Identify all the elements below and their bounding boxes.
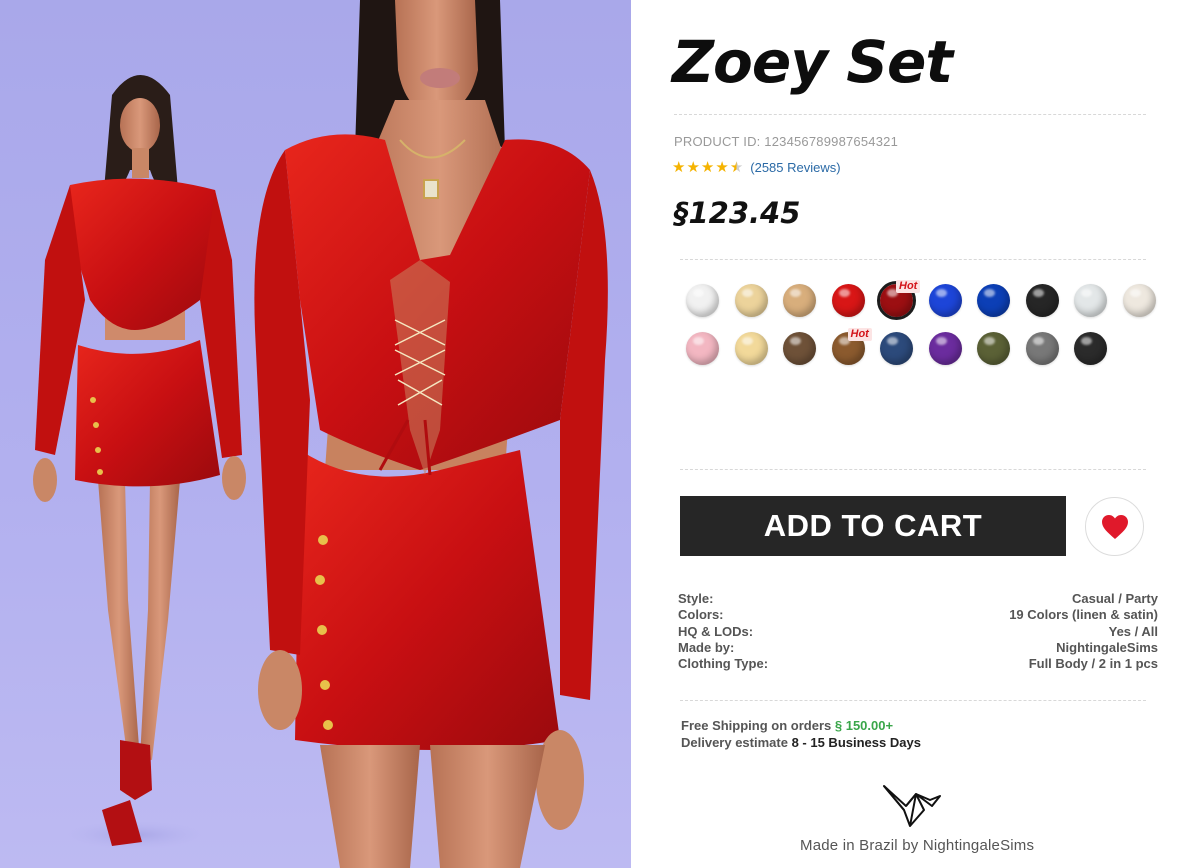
free-shipping-amount: § 150.00+: [834, 718, 894, 733]
color-swatch-3[interactable]: [783, 284, 816, 317]
shipping-info: Free Shipping on orders § 150.00+ Delive…: [681, 717, 921, 751]
spec-value: Yes / All: [1108, 623, 1158, 639]
delivery-text: Delivery estimate: [681, 735, 788, 750]
rating: ★ ★ ★ ★ ★ (2585 Reviews): [672, 160, 841, 175]
color-swatch-8[interactable]: [1025, 284, 1059, 317]
color-swatch-9[interactable]: [1074, 284, 1107, 317]
spec-label: Colors:: [678, 607, 724, 623]
spec-value: Casual / Party: [1072, 591, 1158, 606]
reviews-link[interactable]: (2585 Reviews): [750, 160, 840, 175]
star-icon: ★: [715, 159, 729, 176]
spec-row-hq: HQ & LODs: Yes / All: [678, 624, 1158, 640]
divider: [674, 114, 1146, 115]
spec-value: Full Body / 2 in 1 pcs: [1028, 656, 1158, 672]
color-swatch-6[interactable]: [928, 284, 962, 317]
color-swatch-19[interactable]: [1074, 332, 1107, 365]
spec-label: Clothing Type:: [678, 656, 769, 672]
spec-list: Style: Casual / Party Colors: 19 Colors …: [678, 591, 1158, 672]
spec-row-style: Style: Casual / Party: [678, 591, 1158, 607]
model-illustration: [33, 0, 608, 868]
product-price: §123.45: [674, 196, 801, 230]
delivery-days: 8 - 15 Business Days: [791, 735, 921, 750]
wishlist-button[interactable]: [1085, 497, 1144, 556]
model-close-up: [254, 0, 608, 868]
color-swatch-7[interactable]: [977, 284, 1010, 317]
star-icon: ★: [700, 159, 715, 176]
spec-value: 19 Colors (linen & satin): [1009, 607, 1158, 623]
spec-row-clothing-type: Clothing Type: Full Body / 2 in 1 pcs: [678, 656, 1158, 672]
divider: [680, 700, 1146, 701]
spec-label: Made by:: [678, 639, 735, 655]
half-star-icon: ★: [729, 159, 744, 176]
color-swatch-14[interactable]: [831, 332, 865, 365]
color-swatch-15[interactable]: [880, 332, 913, 365]
color-swatch-17[interactable]: [977, 332, 1010, 365]
free-shipping-line: Free Shipping on orders § 150.00+: [681, 717, 921, 734]
spec-value: NightingaleSims: [1056, 639, 1158, 655]
divider: [680, 259, 1146, 260]
origami-bird-icon: [883, 785, 941, 827]
star-icon: ★: [686, 159, 700, 176]
color-swatch-13[interactable]: [783, 332, 816, 365]
model-full-body: [33, 75, 246, 849]
color-swatch-16[interactable]: [928, 332, 962, 365]
footer-credit: Made in Brazil by NightingaleSims: [800, 837, 1035, 854]
color-swatch-11[interactable]: [686, 332, 719, 365]
delivery-line: Delivery estimate 8 - 15 Business Days: [681, 734, 921, 751]
color-swatch-4[interactable]: [831, 284, 865, 317]
color-swatch-12[interactable]: [734, 332, 768, 365]
color-swatch-5[interactable]: [877, 281, 916, 320]
product-title: Zoey Set: [672, 28, 953, 96]
color-swatch-2[interactable]: [734, 284, 768, 317]
product-id: PRODUCT ID: 123456789987654321: [674, 134, 899, 149]
free-shipping-text: Free Shipping on orders: [681, 718, 832, 733]
color-swatch-18[interactable]: [1025, 332, 1059, 365]
add-to-cart-button[interactable]: ADD TO CART: [680, 496, 1066, 556]
product-photo: [0, 0, 631, 868]
spec-row-colors: Colors: 19 Colors (linen & satin): [678, 607, 1158, 623]
divider: [680, 469, 1146, 470]
spec-row-made-by: Made by: NightingaleSims: [678, 640, 1158, 656]
color-swatch-10[interactable]: [1122, 284, 1156, 317]
heart-icon: [1101, 514, 1128, 539]
star-icon: ★: [672, 159, 686, 176]
spec-label: Style:: [678, 591, 714, 606]
spec-label: HQ & LODs:: [678, 623, 754, 639]
color-swatch-1[interactable]: [686, 284, 719, 317]
